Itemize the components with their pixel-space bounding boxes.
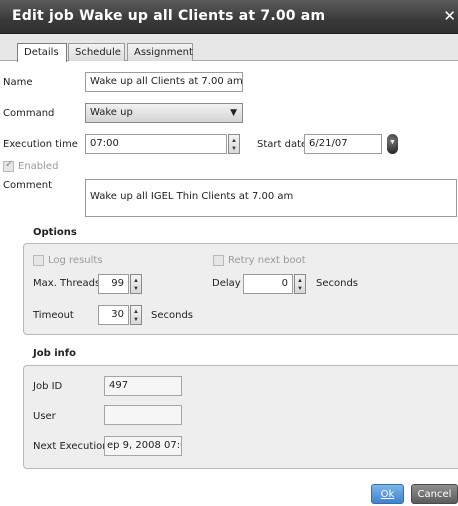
command-select[interactable]: Wake up ▼	[85, 103, 243, 123]
stepper-down-icon: ▼	[231, 146, 237, 152]
stepper-up-icon: ▲	[297, 278, 303, 284]
options-section-title: Options	[33, 227, 77, 238]
ok-button-label: Ok	[380, 489, 395, 500]
user-field	[104, 405, 182, 425]
stepper-up-icon: ▲	[231, 138, 237, 144]
delay-label: Delay	[212, 278, 241, 289]
name-input[interactable]: Wake up all Clients at 7.00 am	[85, 72, 243, 92]
cancel-button[interactable]: Cancel	[411, 484, 458, 504]
max-threads-input[interactable]: 99	[98, 274, 129, 294]
title-bar: Edit job Wake up all Clients at 7.00 am …	[0, 0, 458, 34]
next-execution-label: Next Execution	[33, 441, 109, 452]
comment-label: Comment	[3, 180, 52, 191]
timeout-stepper[interactable]: ▲ ▼	[130, 305, 142, 325]
ok-button[interactable]: Ok	[371, 484, 404, 504]
command-selected-value: Wake up	[90, 107, 133, 118]
retry-next-boot-checkbox[interactable]	[213, 255, 224, 266]
timeout-unit-label: Seconds	[151, 310, 194, 321]
user-label: User	[33, 411, 56, 422]
tab-schedule[interactable]: Schedule	[68, 43, 125, 61]
comment-textarea[interactable]: Wake up all IGEL Thin Clients at 7.00 am	[85, 179, 457, 217]
command-label: Command	[3, 108, 55, 119]
dropdown-arrow-icon: ▼	[230, 108, 237, 118]
stepper-up-icon: ▲	[133, 309, 139, 315]
start-date-input[interactable]: 6/21/07	[304, 134, 382, 154]
job-info-section-title: Job info	[33, 348, 76, 359]
job-id-field: 497	[104, 376, 182, 396]
delay-stepper[interactable]: ▲ ▼	[294, 274, 306, 294]
stepper-down-icon: ▼	[133, 317, 139, 323]
timeout-input[interactable]: 30	[98, 305, 129, 325]
delay-input[interactable]: 0	[243, 274, 293, 294]
retry-next-boot-label: Retry next boot	[228, 255, 306, 266]
job-id-label: Job ID	[33, 381, 63, 392]
max-threads-stepper[interactable]: ▲ ▼	[130, 274, 142, 294]
calendar-icon: ▼	[389, 139, 396, 146]
delay-unit-label: Seconds	[316, 278, 359, 289]
name-label: Name	[3, 77, 33, 88]
tab-details[interactable]: Details	[17, 43, 67, 62]
enabled-label: Enabled	[18, 161, 59, 172]
stepper-down-icon: ▼	[297, 286, 303, 292]
execution-time-input[interactable]: 07:00	[85, 134, 227, 154]
window-title: Edit job Wake up all Clients at 7.00 am	[12, 8, 326, 24]
execution-time-stepper[interactable]: ▲ ▼	[228, 134, 240, 154]
max-threads-label: Max. Threads	[33, 278, 101, 289]
date-picker-button[interactable]: ▼	[387, 134, 398, 154]
next-execution-field: ep 9, 2008 07:00	[104, 436, 182, 456]
execution-time-label: Execution time	[3, 139, 78, 150]
checkmark-icon: ✓	[5, 159, 14, 170]
start-date-label: Start date	[257, 139, 308, 150]
enabled-checkbox[interactable]: ✓	[3, 159, 14, 172]
close-icon[interactable]: ✕	[443, 7, 456, 25]
tab-assignment[interactable]: Assignment	[127, 43, 193, 61]
job-info-group	[23, 365, 458, 469]
timeout-label: Timeout	[33, 310, 74, 321]
stepper-down-icon: ▼	[133, 286, 139, 292]
log-results-label: Log results	[48, 255, 103, 266]
stepper-up-icon: ▲	[133, 278, 139, 284]
log-results-checkbox[interactable]	[33, 255, 44, 266]
